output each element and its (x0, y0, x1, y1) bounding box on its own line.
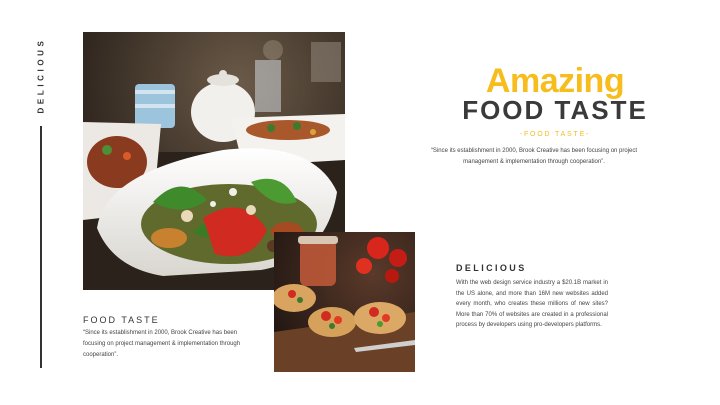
delicious-body: With the web design service industry a $… (456, 280, 608, 328)
title-quote: “Since its establishment in 2000, Brook … (430, 148, 638, 165)
food-taste-heading: FOOD TASTE (83, 315, 160, 325)
bruschetta-photo (274, 232, 415, 372)
slide: DELICIOUS Amazing FOOD TASTE -FOOD TASTE… (0, 0, 720, 405)
side-vertical-label: DELICIOUS (31, 30, 51, 120)
side-vertical-label-text: DELICIOUS (36, 37, 46, 113)
bruschetta-photo-graphic (274, 232, 415, 372)
title-subtitle: -FOOD TASTE- (519, 131, 591, 138)
title-amazing: Amazing (485, 62, 625, 100)
delicious-heading: DELICIOUS (456, 263, 527, 273)
title-food-taste: FOOD TASTE (462, 95, 648, 125)
side-divider-line (40, 126, 42, 368)
food-taste-body: “Since its establishment in 2000, Brook … (83, 330, 241, 358)
